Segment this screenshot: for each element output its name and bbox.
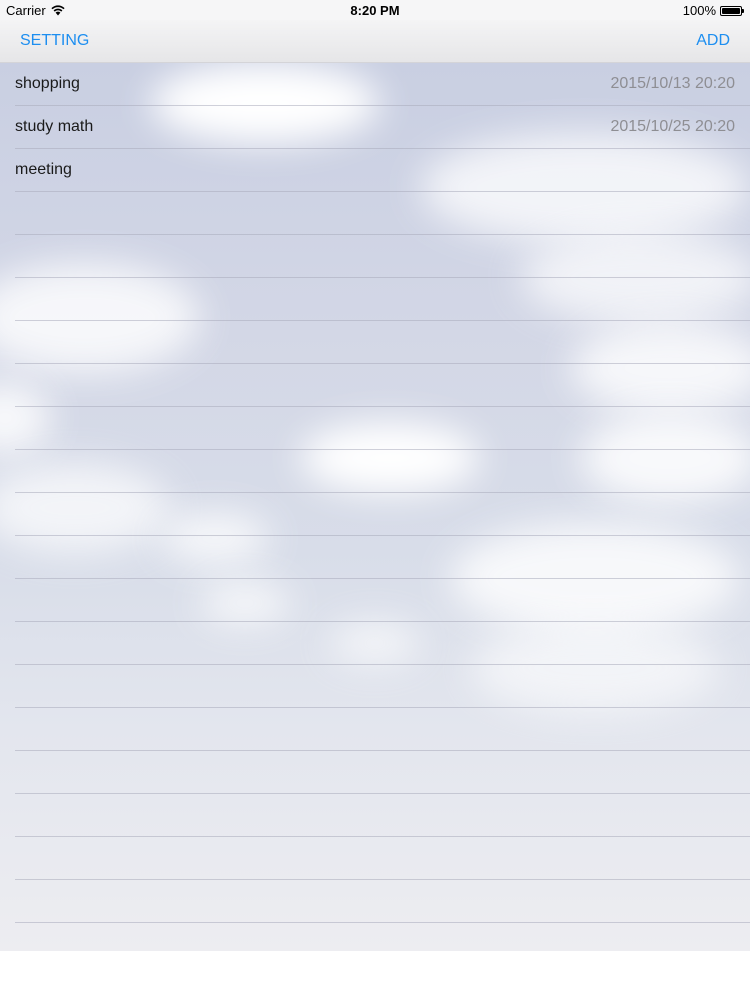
list-item[interactable] xyxy=(0,321,750,364)
list-item[interactable]: shopping 2015/10/13 20:20 xyxy=(0,63,750,106)
task-date: 2015/10/13 20:20 xyxy=(610,75,735,92)
battery-percent: 100% xyxy=(682,3,716,18)
list-item[interactable] xyxy=(0,278,750,321)
list-item[interactable]: study math 2015/10/25 20:20 xyxy=(0,106,750,149)
list-item[interactable] xyxy=(0,708,750,751)
task-title: shopping xyxy=(15,75,80,92)
list-item[interactable] xyxy=(0,880,750,923)
footer-area xyxy=(0,951,750,1000)
list-item[interactable] xyxy=(0,665,750,708)
list-item[interactable] xyxy=(0,837,750,880)
list-item[interactable] xyxy=(0,493,750,536)
list-item[interactable]: meeting xyxy=(0,149,750,192)
list-item[interactable] xyxy=(0,536,750,579)
setting-button[interactable]: SETTING xyxy=(20,32,89,50)
list-item[interactable] xyxy=(0,622,750,665)
list-item[interactable] xyxy=(0,235,750,278)
list-item[interactable] xyxy=(0,364,750,407)
status-time: 8:20 PM xyxy=(350,3,400,18)
battery-icon xyxy=(720,5,744,16)
list-item[interactable] xyxy=(0,794,750,837)
add-button[interactable]: ADD xyxy=(696,32,730,50)
list-item[interactable] xyxy=(0,407,750,450)
task-title: meeting xyxy=(15,161,72,178)
list-item[interactable] xyxy=(0,450,750,493)
task-list: shopping 2015/10/13 20:20 study math 2015/1… xyxy=(0,63,750,923)
navigation-bar: SETTING ADD xyxy=(0,20,750,63)
task-title: study math xyxy=(15,118,94,135)
list-item[interactable] xyxy=(0,579,750,622)
battery-level xyxy=(722,7,740,14)
task-date: 2015/10/25 20:20 xyxy=(610,118,735,135)
list-item[interactable] xyxy=(0,751,750,794)
status-right: 100% xyxy=(682,3,744,18)
status-bar: Carrier 8:20 PM 100% xyxy=(0,0,750,20)
list-item[interactable] xyxy=(0,192,750,235)
